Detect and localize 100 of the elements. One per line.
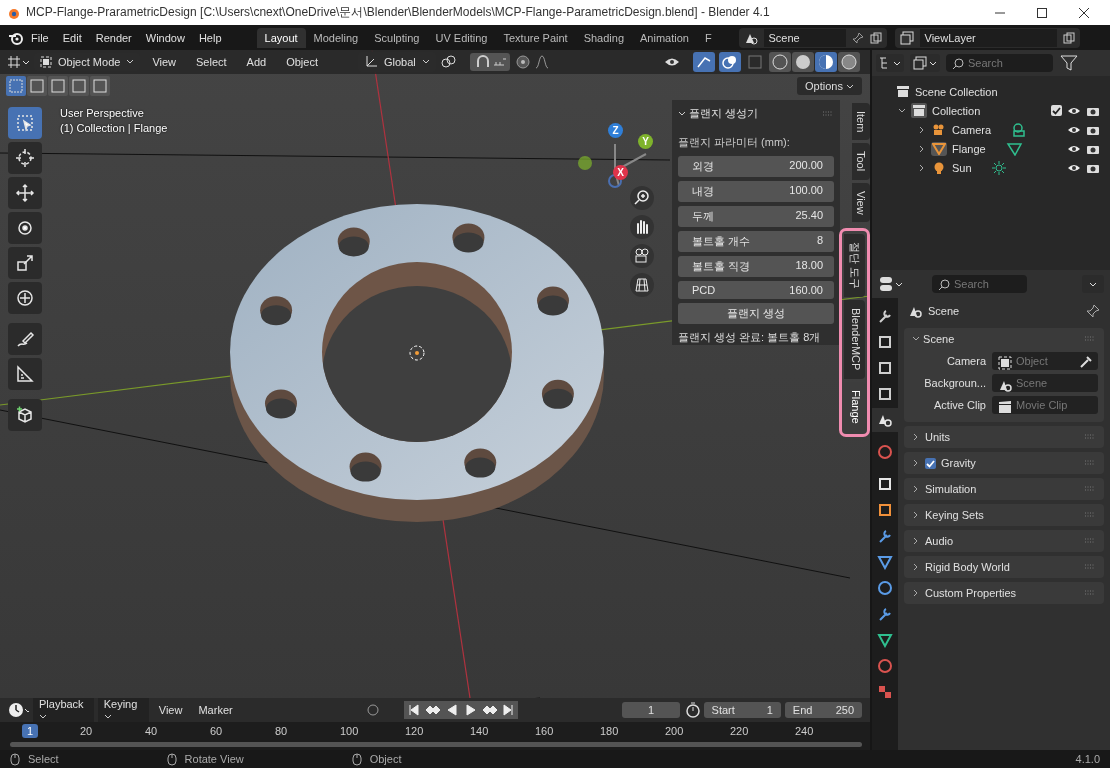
expand-toggle[interactable] (918, 144, 926, 153)
copy-icon[interactable] (869, 31, 882, 44)
drag-handle-icon[interactable] (1084, 564, 1096, 570)
tool-button[interactable] (8, 323, 42, 355)
data-field[interactable]: Movie Clip (992, 396, 1098, 414)
pin-icon[interactable] (851, 31, 864, 44)
menu-item[interactable]: File (24, 31, 56, 44)
number-field[interactable]: 볼트홀 직경 18.00 (678, 256, 834, 277)
expand-toggle[interactable] (912, 537, 920, 545)
jump-start-icon[interactable] (404, 701, 424, 720)
mesh-data-icon[interactable] (1004, 141, 1025, 156)
sidebar-tab[interactable]: BlenderMCP (844, 300, 865, 379)
view-layer-selector[interactable]: ViewLayer (894, 27, 1080, 48)
object-icon-button[interactable] (931, 141, 947, 156)
menu-item[interactable]: Render (88, 31, 139, 44)
expand-toggle[interactable] (912, 433, 920, 441)
panel-header[interactable]: Units (925, 431, 951, 443)
menu-item[interactable]: Marker (192, 702, 239, 719)
workspace-tab[interactable]: Shading (575, 27, 633, 48)
tool-button[interactable] (8, 358, 42, 390)
number-field[interactable]: 외경 200.00 (678, 156, 834, 177)
expand-toggle[interactable] (898, 106, 906, 115)
panel-header[interactable]: Custom Properties (925, 587, 1017, 599)
close-icon[interactable] (1078, 6, 1090, 19)
pin-icon[interactable] (1086, 304, 1100, 318)
panel-header[interactable]: Audio (925, 535, 954, 547)
menu-item[interactable]: Select (188, 56, 235, 68)
number-field[interactable]: 내경 100.00 (678, 181, 834, 202)
workspace-tab[interactable]: Animation (632, 27, 697, 48)
search-field[interactable]: Search (932, 275, 1027, 293)
tool-button[interactable] (8, 177, 42, 209)
expand-toggle[interactable] (918, 163, 926, 172)
expand-toggle[interactable] (918, 125, 926, 134)
workspace-tab[interactable]: Texture Paint (495, 27, 576, 48)
workspace-tab[interactable]: Modeling (305, 27, 367, 48)
eyedropper-icon[interactable] (1079, 355, 1093, 369)
drag-handle-icon[interactable] (1084, 512, 1096, 518)
menu-item[interactable]: Window (138, 31, 192, 44)
menu-item[interactable]: Add (238, 56, 275, 68)
panel-header[interactable]: Keying Sets (925, 509, 984, 521)
stopwatch-icon[interactable] (683, 701, 700, 720)
generate-button[interactable]: 플랜지 생성 (678, 303, 834, 324)
checkbox[interactable] (925, 457, 936, 469)
panel-header[interactable]: Rigid Body World (925, 561, 1010, 573)
gizmo-toggle-icon[interactable] (693, 52, 715, 72)
sidebar-tab[interactable]: 절단 도구 (844, 234, 865, 298)
scene-selector[interactable]: Scene (738, 27, 887, 48)
expand-toggle[interactable] (912, 563, 920, 571)
options-dropdown[interactable]: Options (797, 77, 862, 95)
drag-handle-icon[interactable] (1084, 336, 1096, 342)
workspace-tab[interactable]: Sculpting (366, 27, 428, 48)
drag-handle-icon[interactable] (1084, 486, 1096, 492)
sidebar-tab[interactable]: View (852, 182, 870, 223)
drag-handle-icon[interactable] (1084, 434, 1096, 440)
zoom-icon[interactable] (630, 186, 654, 210)
timeline-scrollbar[interactable] (10, 742, 862, 747)
selection-mode-icon[interactable] (90, 76, 110, 96)
sidebar-tab[interactable]: Item (852, 103, 870, 141)
menu-item[interactable]: View (144, 56, 185, 68)
tree-item[interactable]: Flange (952, 142, 986, 155)
video-camera-icon[interactable] (630, 244, 654, 268)
tree-item[interactable]: Camera (952, 123, 992, 136)
tool-button[interactable] (8, 399, 42, 431)
workspace-tab[interactable]: F (696, 27, 720, 48)
drag-handle-icon[interactable] (1084, 460, 1096, 466)
menu-item[interactable]: View (152, 702, 189, 719)
drag-handle-icon[interactable] (1084, 590, 1096, 596)
current-frame-field[interactable]: 1 (622, 702, 680, 719)
search-field[interactable]: Search (946, 54, 1053, 72)
magnet-icon[interactable] (469, 53, 510, 71)
menu-item[interactable]: Edit (55, 31, 89, 44)
playhead-frame[interactable]: 1 (22, 724, 39, 739)
maximize-icon[interactable] (1036, 6, 1048, 19)
menu-item[interactable]: Help (191, 31, 229, 44)
workspace-tab[interactable]: Layout (256, 27, 306, 48)
number-field[interactable]: 두께 25.40 (678, 206, 834, 227)
tree-item[interactable]: Sun (952, 161, 972, 174)
blender-logo-icon[interactable] (8, 30, 24, 45)
rendered-sphere-icon[interactable] (838, 52, 860, 72)
tool-button[interactable] (8, 212, 42, 244)
panel-header[interactable]: Gravity (941, 457, 976, 469)
workspace-tab[interactable]: UV Editing (427, 27, 496, 48)
overlay-toggle-icon[interactable] (719, 52, 741, 72)
tool-button[interactable] (8, 282, 42, 314)
data-field[interactable]: Object (992, 352, 1098, 370)
tool-button[interactable] (8, 142, 42, 174)
selection-mode-icon[interactable] (27, 76, 47, 96)
number-field[interactable]: PCD 160.00 (678, 281, 834, 299)
start-frame-field[interactable]: Start 1 (703, 702, 781, 719)
end-frame-field[interactable]: End 250 (784, 702, 862, 719)
selection-mode-icon[interactable] (69, 76, 89, 96)
panel-header[interactable]: Simulation (925, 483, 977, 495)
exclude-checkbox[interactable] (1051, 105, 1062, 116)
tool-button[interactable] (8, 247, 42, 279)
data-field[interactable]: Scene (992, 374, 1098, 392)
expand-toggle[interactable] (912, 511, 920, 519)
editor-type-icon[interactable] (6, 54, 30, 70)
grid-icon[interactable] (630, 273, 654, 297)
expand-toggle[interactable] (912, 485, 920, 493)
panel-header[interactable]: Scene (912, 333, 955, 345)
